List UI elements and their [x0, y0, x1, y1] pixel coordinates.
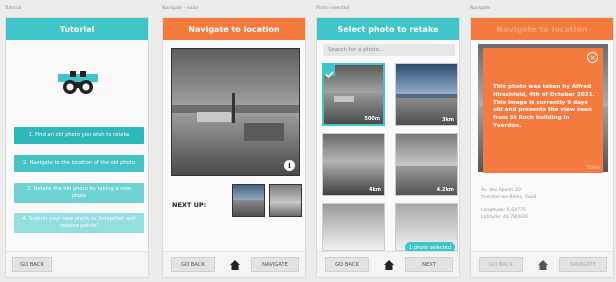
home-icon[interactable]	[382, 257, 396, 272]
screen-caption: Tutorial	[5, 6, 22, 11]
next-photo-thumbnail[interactable]	[232, 184, 265, 217]
photo-tile[interactable]: 4km	[322, 133, 385, 196]
tutorial-step-1[interactable]: 1. Find an old photo you wish to retake	[14, 127, 144, 144]
select-photo-screen: Photo selected Select photo to retake Se…	[316, 6, 460, 278]
distance-label: 500m	[364, 116, 380, 122]
old-photo[interactable]: i	[171, 48, 300, 176]
go-back-button[interactable]: GO BACK	[12, 257, 52, 272]
tutorial-step-4[interactable]: 4. Submit your new photo to Smapshot and…	[14, 213, 144, 233]
photo-tile[interactable]	[322, 203, 385, 251]
next-button[interactable]: NEXT	[405, 257, 453, 272]
photo-info-popup: × This photo was taken by Alfred Hirschf…	[483, 48, 603, 173]
page-title: Tutorial	[6, 18, 148, 40]
home-icon[interactable]	[536, 257, 550, 272]
footer-bar: GO BACK NAVIGATE	[163, 251, 305, 277]
info-panel: Navigate to location × This photo was ta…	[470, 17, 614, 278]
go-back-button[interactable]: GO BACK	[325, 257, 369, 272]
next-up-label: NEXT UP:	[172, 201, 207, 209]
navigate-button[interactable]: NAVIGATE	[559, 257, 607, 272]
distance-label: 4km	[368, 187, 381, 193]
check-icon	[324, 65, 335, 79]
go-back-button[interactable]: GO BACK	[479, 257, 523, 272]
footer-bar: GO BACK NAVIGATE	[471, 251, 613, 277]
latitude-value: Latitude: 46.780828	[481, 215, 528, 220]
navigate-route-screen: Navigate - route Navigate to location i …	[162, 6, 306, 278]
photo-tile[interactable]: 3km	[395, 63, 458, 126]
page-title: Navigate to location	[163, 18, 305, 40]
tutorial-step-2[interactable]: 2. Navigate to the location of the old p…	[14, 155, 144, 172]
address-line-1: Av. des Sports 20	[481, 188, 521, 193]
next-photo-thumbnail[interactable]	[269, 184, 302, 217]
popup-description: This photo was taken by Alfred Hirschfel…	[493, 84, 595, 130]
longitude-value: Longitude: 6.64775	[481, 208, 526, 213]
distance-label: 4.2km	[436, 187, 454, 193]
footer-bar: GO BACK	[6, 251, 148, 277]
screen-caption: Navigate	[470, 6, 491, 11]
address-line-2: Yverdon-les-Bains, Vaud	[481, 195, 537, 200]
photo-info-screen: Navigate Navigate to location × This pho…	[470, 6, 614, 278]
search-input[interactable]: Search for a photo...	[323, 44, 455, 56]
storyboard: Tutorial Tutorial 1. Find an old photo y…	[0, 0, 616, 282]
page-title: Select photo to retake	[317, 18, 459, 40]
go-back-button[interactable]: GO BACK	[171, 257, 215, 272]
tutorial-screen: Tutorial Tutorial 1. Find an old photo y…	[5, 6, 149, 278]
photo-tile[interactable]: 4.2km	[395, 133, 458, 196]
binoculars-icon	[58, 70, 98, 96]
screen-caption: Photo selected	[316, 6, 350, 11]
tutorial-panel: Tutorial 1. Find an old photo you wish t…	[5, 17, 149, 278]
screen-caption: Navigate - route	[162, 6, 199, 11]
navigate-button[interactable]: NAVIGATE	[251, 257, 299, 272]
search-placeholder: Search for a photo...	[328, 47, 385, 53]
info-icon[interactable]: i	[284, 160, 295, 171]
footer-bar: GO BACK NEXT	[317, 251, 459, 277]
photo-tile-selected[interactable]: 500m	[322, 63, 385, 126]
tutorial-step-3[interactable]: 3. Retake the old photo by taking a new …	[14, 183, 144, 203]
distance-label: 3km	[441, 117, 454, 123]
home-icon[interactable]	[228, 257, 242, 272]
select-panel: Select photo to retake Search for a phot…	[316, 17, 460, 278]
navigate-panel: Navigate to location i NEXT UP: GO BACK	[162, 17, 306, 278]
close-icon[interactable]: ×	[587, 52, 598, 63]
popup-distance: 500m	[587, 166, 600, 171]
page-title: Navigate to location	[471, 18, 613, 40]
